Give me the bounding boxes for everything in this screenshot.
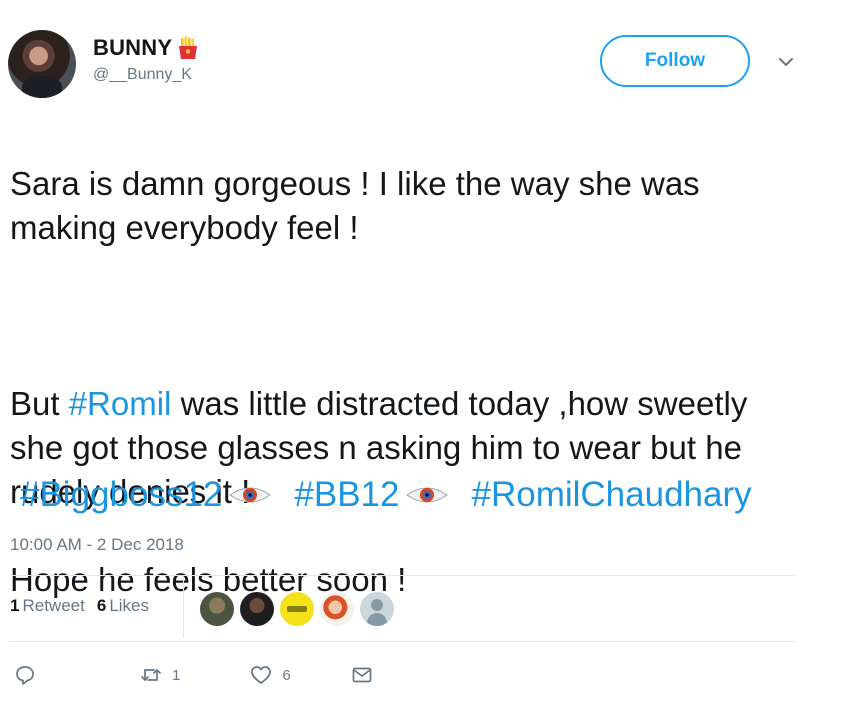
user-display-name[interactable]: BUNNY	[93, 35, 200, 61]
eye-icon	[228, 483, 272, 507]
stats-separator	[183, 578, 184, 638]
direct-message-button[interactable]	[351, 664, 373, 686]
retweet-button[interactable]: 1	[140, 664, 180, 686]
hashtag-romilchaudhary[interactable]: #RomilChaudhary	[471, 475, 751, 515]
divider	[10, 641, 795, 642]
tweet-paragraph-2-prefix: But	[10, 385, 69, 422]
display-name-text: BUNNY	[93, 35, 173, 60]
hashtag-bb12[interactable]: #BB12	[294, 475, 399, 515]
avatar[interactable]	[8, 30, 76, 98]
engagement-stats: 1 Retweet 6 Likes	[10, 596, 149, 616]
like-button[interactable]: 6	[250, 664, 291, 686]
likes-stat[interactable]: 6 Likes	[97, 596, 149, 616]
liker-avatar[interactable]	[280, 592, 314, 626]
liker-avatar[interactable]	[360, 592, 394, 626]
tweet-timestamp[interactable]: 10:00 AM - 2 Dec 2018	[10, 535, 184, 555]
likes-stat-label: Likes	[109, 596, 149, 615]
fries-icon	[176, 36, 200, 60]
tweet-actions: 1 6	[10, 660, 373, 690]
reply-button[interactable]	[14, 664, 46, 686]
retweet-stat-label: Retweet	[22, 596, 85, 615]
retweet-stat[interactable]: 1 Retweet	[10, 596, 85, 616]
like-count: 6	[282, 666, 291, 684]
tweet-paragraph-1: Sara is damn gorgeous ! I like the way s…	[10, 165, 700, 246]
heart-icon	[250, 664, 272, 686]
retweet-icon	[140, 664, 162, 686]
retweet-stat-count: 1	[10, 596, 20, 615]
eye-icon	[405, 483, 449, 507]
liker-avatar[interactable]	[240, 592, 274, 626]
hashtag-romil[interactable]: #Romil	[69, 385, 172, 422]
liker-avatar[interactable]	[320, 592, 354, 626]
liker-avatars	[200, 592, 394, 626]
follow-button[interactable]: Follow	[600, 35, 750, 87]
likes-stat-count: 6	[96, 596, 107, 615]
retweet-count: 1	[172, 666, 181, 684]
tweet-text: Sara is damn gorgeous ! I like the way s…	[10, 118, 810, 646]
chevron-down-icon[interactable]	[776, 52, 796, 72]
divider	[10, 575, 795, 576]
liker-avatar[interactable]	[200, 592, 234, 626]
tweet-card: BUNNY @__Bunny_K Follow Sara is damn gor…	[0, 0, 850, 703]
hashtag-biggboss12[interactable]: #Biggboss12	[20, 475, 222, 515]
user-handle[interactable]: @__Bunny_K	[93, 66, 192, 84]
envelope-icon	[351, 664, 373, 686]
hashtag-row: #Biggboss12 #BB12 #RomilChaudhary	[20, 470, 754, 520]
reply-icon	[14, 664, 36, 686]
